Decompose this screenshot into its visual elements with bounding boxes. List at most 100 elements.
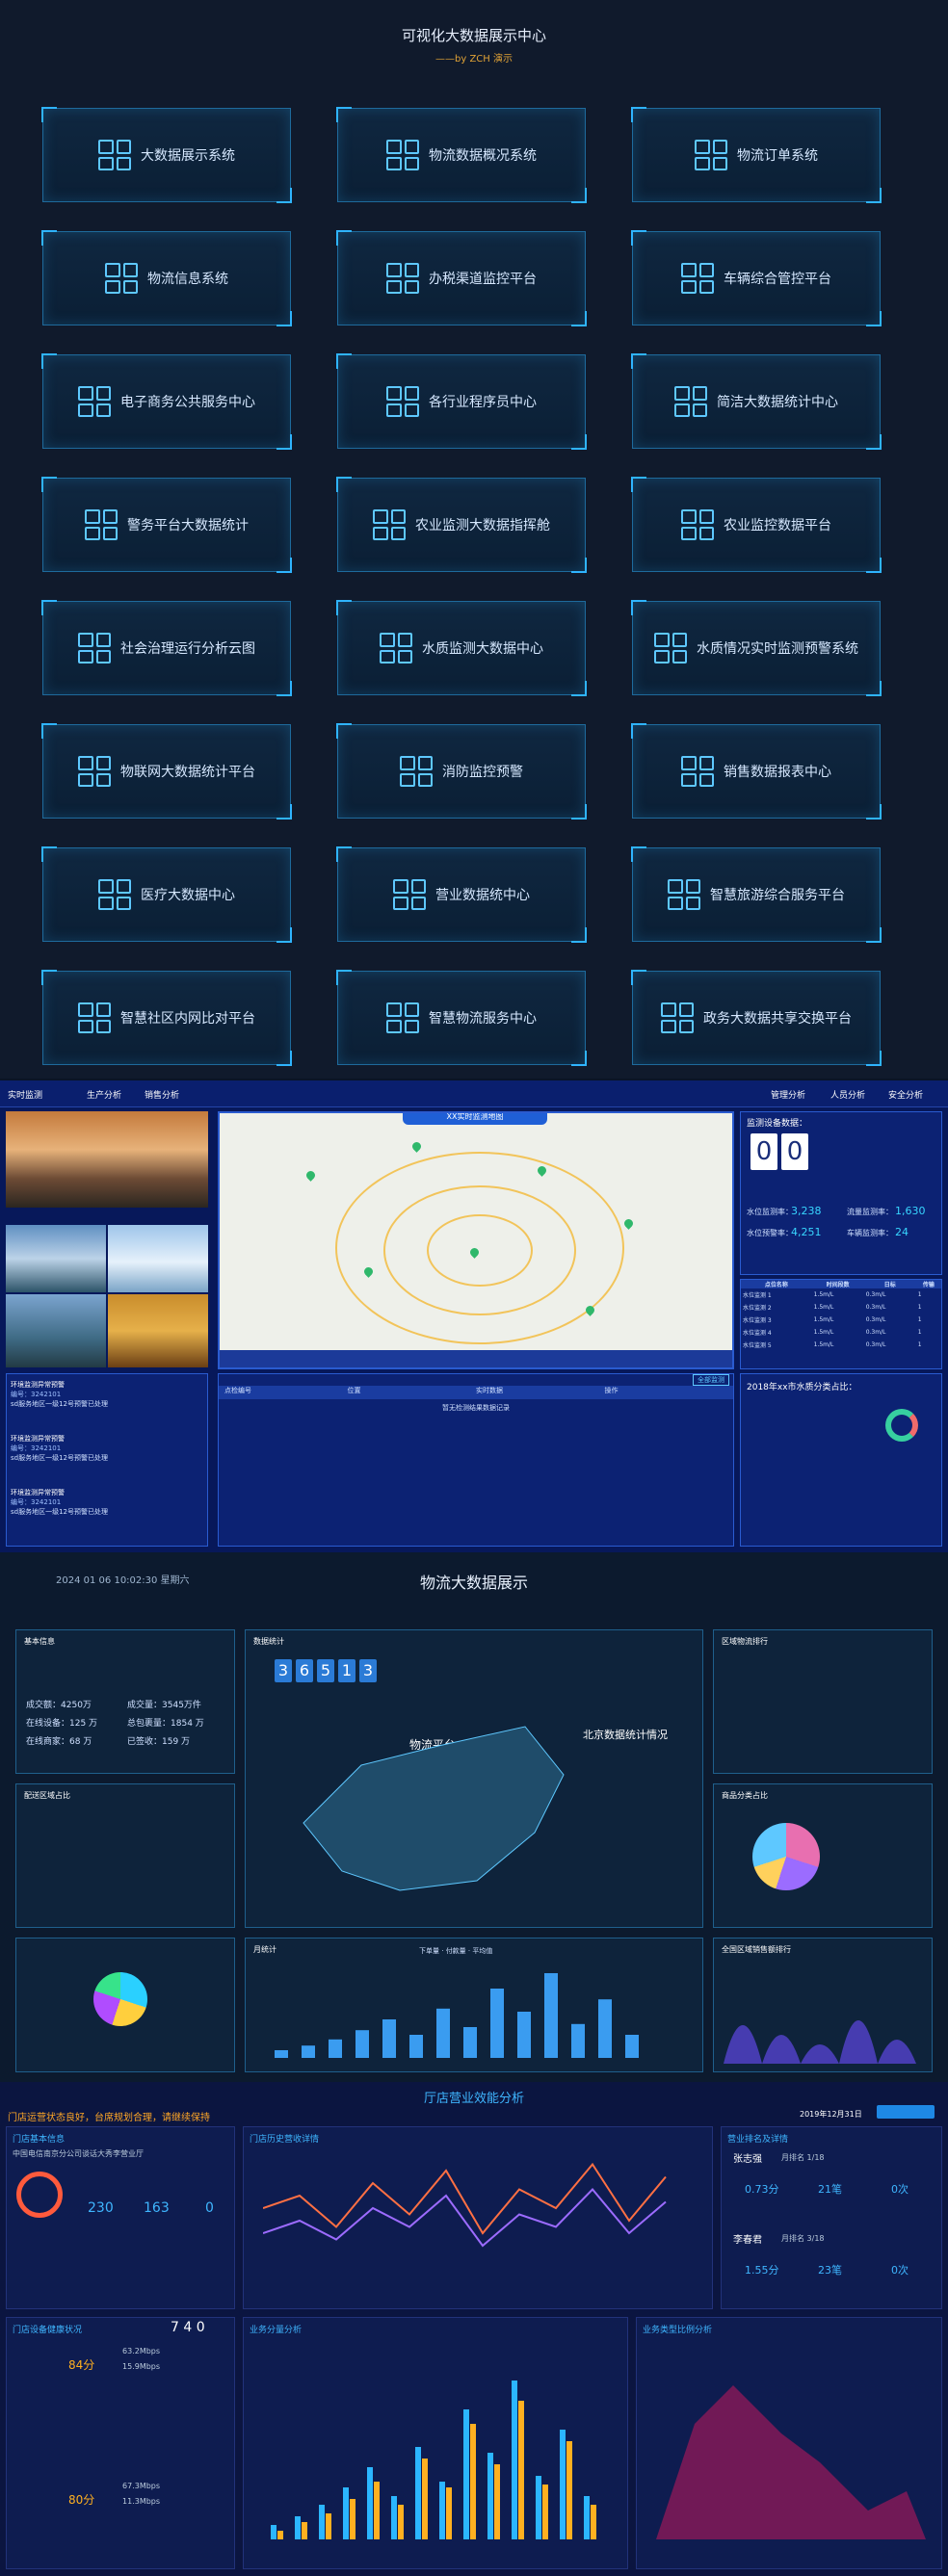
system-card[interactable]: 物流订单系统 (631, 107, 882, 203)
stat-label: 在线商家： (26, 1737, 70, 1747)
river-photo (6, 1294, 106, 1367)
bar-mark (494, 2464, 500, 2539)
store-screen: 厅店营业效能分析 门店运营状态良好，台席规划合理，请继续保持 2019年12月3… (0, 2082, 948, 2576)
grid-col: 点检编号 (224, 1387, 251, 1394)
bar-mark (584, 2496, 590, 2539)
stat-value: 68 万 (69, 1737, 92, 1747)
monitor-map[interactable]: XX实时监测地图 (218, 1111, 734, 1369)
tab-sales[interactable]: 销售分析 (145, 1088, 179, 1101)
table-header: 日标 (883, 1282, 896, 1288)
system-card-label: 销售数据报表中心 (724, 765, 831, 780)
stat-label: 在线设备： (26, 1719, 70, 1729)
system-card[interactable]: 智慧社区内网比对平台 (41, 970, 292, 1066)
stat-label: 车辆监测率： (847, 1229, 893, 1237)
table-cell: 1.5m/L (813, 1341, 834, 1348)
stat-label: 水位预警率： (747, 1229, 793, 1237)
grid-header: 点检编号 位置 实时数据 操作 (219, 1386, 733, 1399)
filter-select[interactable]: 全部监测 (693, 1374, 729, 1386)
bar-mark (409, 2035, 423, 2058)
alert-desc: sd服务地区一级12号预警已处理 (11, 1454, 108, 1462)
table-row: 水位监测 2 1.5m/L 0.3m/L 1 (741, 1301, 941, 1314)
system-card[interactable]: 物联网大数据统计平台 (41, 723, 292, 820)
delivery-title: 配送区域占比 (24, 1791, 70, 1800)
stat-value: 3545万件 (162, 1701, 201, 1710)
system-card[interactable]: 农业监控数据平台 (631, 477, 882, 573)
grid-icon (393, 879, 426, 910)
grid-icon (386, 1002, 419, 1033)
system-card[interactable]: 社会治理运行分析云图 (41, 600, 292, 696)
alert-item[interactable]: 环境监测异常预警 编号：3242101 sd服务地区一级12号预警已处理 (11, 1380, 203, 1409)
logistics-screen: 2024 01 06 10:02:30 星期六 物流大数据展示 基本信息 成交额… (0, 1552, 948, 2082)
alert-item[interactable]: 环境监测异常预警 编号：3242101 sd服务地区一级12号预警已处理 (11, 1488, 203, 1517)
person-name: 李春君 (733, 2235, 762, 2246)
system-card[interactable]: 车辆综合管控平台 (631, 230, 882, 326)
page-title: 可视化大数据展示中心 (401, 27, 546, 44)
system-card[interactable]: 消防监控预警 (336, 723, 587, 820)
china-map[interactable]: 数据统计 36513 物流平台 北京数据统计情况 (245, 1629, 703, 1928)
person-value: 1.55分 (745, 2264, 779, 2277)
system-card[interactable]: 各行业程序员中心 (336, 353, 587, 450)
monthly-chart: 月统计 下单量 · 付款量 · 平均值 (245, 1938, 703, 2072)
person-name: 张志强 (733, 2154, 762, 2165)
system-card-label: 营业数据统中心 (435, 888, 530, 903)
tab-management[interactable]: 管理分析 (771, 1088, 805, 1101)
snow-photo (108, 1225, 208, 1292)
table-cell: 1.5m/L (813, 1304, 834, 1311)
system-card[interactable]: 办税渠道监控平台 (336, 230, 587, 326)
alert-item[interactable]: 环境监测异常预警 编号：3242101 sd服务地区一级12号预警已处理 (11, 1434, 203, 1463)
person-value: 0次 (891, 2183, 908, 2196)
system-card-label: 大数据展示系统 (141, 148, 235, 164)
sales-rank: 营业排名及详情 张志强 月排名 1/18 0.73分 21笔 0次 李春君 月排… (721, 2126, 942, 2309)
tab-personnel[interactable]: 人员分析 (830, 1088, 865, 1101)
stat-label: 流量监测率： (847, 1208, 893, 1216)
system-card[interactable]: 营业数据统中心 (336, 846, 587, 943)
system-card[interactable]: 物流数据概况系统 (336, 107, 587, 203)
system-card[interactable]: 智慧旅游综合服务平台 (631, 846, 882, 943)
category-title: 商品分类占比 (722, 1791, 768, 1800)
table-row: 水位监测 5 1.5m/L 0.3m/L 1 (741, 1339, 941, 1351)
check-grid: 点检编号 位置 实时数据 操作 暂无检测结果数据记录 全部监测 (218, 1373, 734, 1547)
tab-safety[interactable]: 安全分析 (888, 1088, 923, 1101)
ring-road-inner (427, 1214, 533, 1287)
map-pin[interactable] (410, 1140, 423, 1153)
alert-code: 编号：3242101 (11, 1498, 62, 1506)
system-card[interactable]: 政务大数据共享交换平台 (631, 970, 882, 1066)
system-card[interactable]: 水质监测大数据中心 (336, 600, 587, 696)
system-card[interactable]: 大数据展示系统 (41, 107, 292, 203)
system-card[interactable]: 水质情况实时监测预警系统 (631, 600, 882, 696)
system-card[interactable]: 简洁大数据统计中心 (631, 353, 882, 450)
tab-realtime[interactable]: 实时监测 (8, 1088, 42, 1101)
product-donut (93, 1972, 147, 2026)
system-card[interactable]: 警务平台大数据统计 (41, 477, 292, 573)
alert-tag: 环境监测异常预警 (11, 1435, 65, 1443)
map-pin[interactable] (304, 1169, 317, 1182)
table-row: 水位监测 4 1.5m/L 0.3m/L 1 (741, 1326, 941, 1339)
monthly-legend: 下单量 · 付款量 · 平均值 (419, 1947, 493, 1955)
score-ring (16, 2172, 63, 2218)
peak-title: 全国区域销售额排行 (722, 1945, 791, 1954)
stat-value: 159 万 (162, 1737, 191, 1747)
table-cell: 1 (917, 1316, 922, 1323)
bar-mark (566, 2441, 572, 2539)
table-cell: 0.3m/L (865, 1291, 886, 1298)
area-title: 业务类型比例分析 (643, 2326, 713, 2335)
map-toolbar[interactable] (220, 1350, 732, 1367)
system-card[interactable]: 医疗大数据中心 (41, 846, 292, 943)
bar-mark (398, 2505, 404, 2539)
speed-value: 11.3Mbps (122, 2497, 161, 2506)
table-cell: 1.5m/L (813, 1316, 834, 1323)
map-pin[interactable] (622, 1217, 635, 1230)
tab-production[interactable]: 生产分析 (87, 1088, 121, 1101)
view-toggle[interactable] (877, 2105, 935, 2119)
store-basic: 门店基本信息 中国电信南京分公司谈话大秀李营业厅 230 163 0 (6, 2126, 235, 2309)
grid-icon (668, 879, 700, 910)
system-card[interactable]: 物流信息系统 (41, 230, 292, 326)
person-value: 21笔 (818, 2183, 842, 2196)
system-card[interactable]: 智慧物流服务中心 (336, 970, 587, 1066)
system-card[interactable]: 电子商务公共服务中心 (41, 353, 292, 450)
system-card[interactable]: 农业监测大数据指挥舱 (336, 477, 587, 573)
count-digit: 1 (338, 1659, 356, 1682)
system-card[interactable]: 销售数据报表中心 (631, 723, 882, 820)
system-card-label: 智慧物流服务中心 (429, 1011, 537, 1027)
basic-info: 基本信息 成交额：4250万 成交量：3545万件在线设备：125 万总包裹量：1… (15, 1629, 235, 1774)
